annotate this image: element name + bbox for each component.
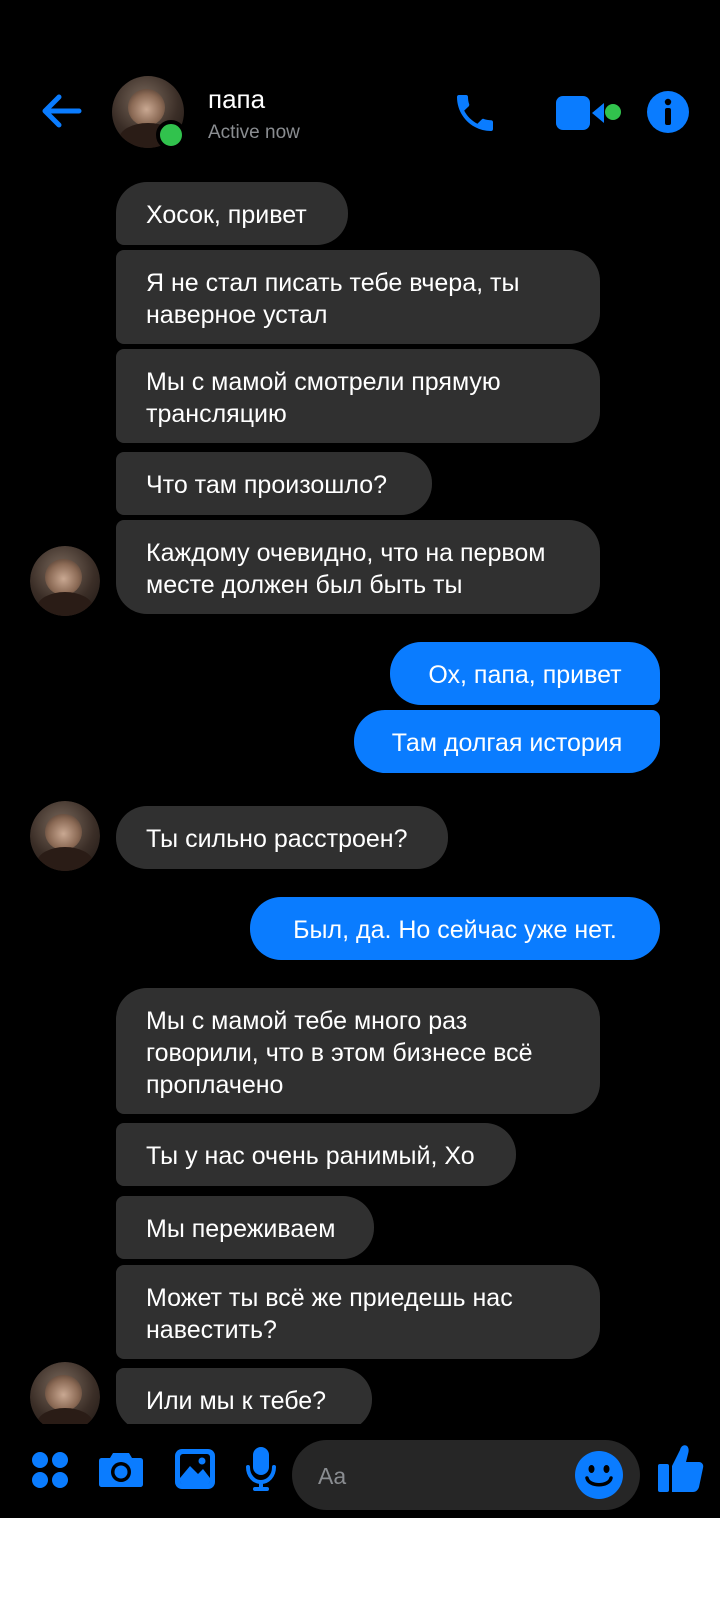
contact-avatar[interactable] xyxy=(112,76,186,150)
messenger-chat-screen: Хосок, привет Я не стал писать тебе вчер… xyxy=(0,0,720,1518)
message-outgoing[interactable]: Там долгая история xyxy=(354,710,660,773)
info-icon xyxy=(647,91,689,133)
more-actions-button[interactable] xyxy=(28,1448,72,1492)
phone-icon xyxy=(457,95,493,131)
message-incoming[interactable]: Мы с мамой смотрели прямую трансляцию xyxy=(116,349,600,443)
camera-button[interactable] xyxy=(96,1446,146,1492)
smiley-icon xyxy=(575,1451,623,1499)
system-navigation-area xyxy=(0,1518,720,1600)
message-incoming[interactable]: Ты сильно расстроен? xyxy=(116,806,448,869)
like-button[interactable] xyxy=(654,1440,708,1496)
video-active-dot xyxy=(605,104,621,120)
avatar-photo xyxy=(30,1362,100,1424)
info-button[interactable] xyxy=(644,88,692,136)
four-dots-icon xyxy=(32,1452,68,1488)
message-incoming[interactable]: Ты у нас очень ранимый, Хо xyxy=(116,1123,516,1186)
avatar-photo xyxy=(30,546,100,616)
message-incoming[interactable]: Каждому очевидно, что на первом месте до… xyxy=(116,520,600,614)
back-button[interactable] xyxy=(36,86,86,136)
arrow-left-icon xyxy=(42,94,82,128)
microphone-icon xyxy=(246,1447,276,1491)
thumbs-up-icon xyxy=(658,1445,704,1492)
composer-bar xyxy=(0,1426,720,1518)
message-incoming[interactable]: Может ты всё же приедешь нас навестить? xyxy=(116,1265,600,1359)
emoji-button[interactable] xyxy=(574,1450,624,1500)
message-list[interactable]: Хосок, привет Я не стал писать тебе вчер… xyxy=(0,0,720,1424)
chat-header: папа Active now xyxy=(0,0,720,180)
online-indicator xyxy=(156,120,186,150)
voice-message-button[interactable] xyxy=(242,1444,280,1494)
message-outgoing[interactable]: Был, да. Но сейчас уже нет. xyxy=(250,897,660,960)
message-input[interactable] xyxy=(316,1454,560,1498)
message-incoming[interactable]: Или мы к тебе? xyxy=(116,1368,372,1424)
voice-call-button[interactable] xyxy=(448,86,502,140)
sender-avatar[interactable] xyxy=(30,801,100,871)
message-incoming[interactable]: Мы переживаем xyxy=(116,1196,374,1259)
image-icon xyxy=(175,1449,215,1489)
gallery-button[interactable] xyxy=(172,1446,218,1492)
message-incoming[interactable]: Я не стал писать тебе вчера, ты наверное… xyxy=(116,250,600,344)
camera-icon xyxy=(99,1453,143,1487)
message-incoming[interactable]: Хосок, привет xyxy=(116,182,348,245)
message-incoming[interactable]: Что там произошло? xyxy=(116,452,432,515)
message-input-container[interactable] xyxy=(292,1440,640,1510)
sender-avatar[interactable] xyxy=(30,1362,100,1424)
sender-avatar[interactable] xyxy=(30,546,100,616)
contact-name[interactable]: папа xyxy=(208,84,265,115)
message-outgoing[interactable]: Ох, папа, привет xyxy=(390,642,660,705)
contact-status: Active now xyxy=(208,122,300,143)
message-incoming[interactable]: Мы с мамой тебе много раз говорили, что … xyxy=(116,988,600,1114)
avatar-photo xyxy=(30,801,100,871)
